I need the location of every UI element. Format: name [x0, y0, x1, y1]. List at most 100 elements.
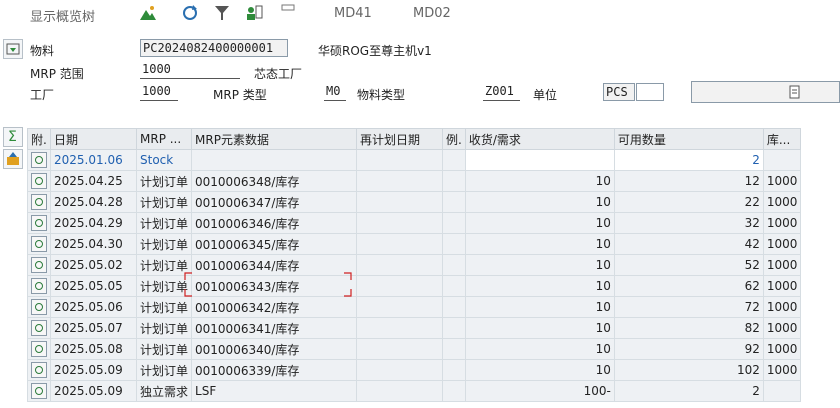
user-detail-icon[interactable] — [244, 3, 264, 23]
storage-location-cell[interactable]: 1000 — [762, 296, 802, 318]
available-qty-cell[interactable]: 42 — [613, 233, 764, 255]
unit-extra-field[interactable] — [636, 83, 664, 101]
reschedule-date-cell[interactable] — [356, 317, 444, 339]
row-detail-icon[interactable] — [27, 275, 51, 297]
date-cell[interactable]: 2025.05.08 — [50, 338, 137, 360]
magnifier-icon[interactable] — [31, 215, 47, 231]
table-row[interactable]: 2025.05.08 计划订单 0010006340/库存 10 92 1000 — [27, 338, 802, 360]
date-cell[interactable]: 2025.05.05 — [50, 275, 137, 297]
available-qty-cell[interactable]: 102 — [613, 359, 764, 381]
storage-location-cell[interactable]: 1000 — [762, 275, 802, 297]
storage-location-cell[interactable]: 1000 — [762, 212, 802, 234]
mrp-element-data-cell[interactable]: 0010006340/库存 — [191, 338, 358, 360]
row-detail-icon[interactable] — [27, 296, 51, 318]
reschedule-date-cell[interactable] — [356, 170, 444, 192]
storage-location-cell[interactable]: 1000 — [762, 317, 802, 339]
date-cell[interactable]: 2025.05.07 — [50, 317, 137, 339]
receipt-requirement-cell[interactable]: 10 — [464, 359, 615, 381]
col-attachment[interactable]: 附. — [27, 128, 51, 150]
mrp-area-field[interactable]: 1000 — [140, 61, 240, 79]
exception-cell[interactable] — [442, 338, 466, 360]
magnifier-icon[interactable] — [31, 383, 47, 399]
receipt-requirement-cell[interactable]: 10 — [464, 212, 615, 234]
col-mrp-element[interactable]: MRP ... — [135, 128, 193, 150]
storage-location-cell[interactable]: 1000 — [762, 233, 802, 255]
mrp-element-cell[interactable]: 计划订单 — [135, 317, 193, 339]
mrp-element-data-cell[interactable]: 0010006342/库存 — [191, 296, 358, 318]
table-row[interactable]: 2025.04.25 计划订单 0010006348/库存 10 12 1000 — [27, 170, 802, 192]
magnifier-icon[interactable] — [31, 341, 47, 357]
magnifier-icon[interactable] — [31, 236, 47, 252]
table-row[interactable]: 2025.05.09 独立需求 LSF 100- 2 — [27, 380, 802, 402]
storage-location-cell[interactable]: 1000 — [762, 359, 802, 381]
date-cell[interactable]: 2025.04.30 — [50, 233, 137, 255]
magnifier-icon[interactable] — [31, 194, 47, 210]
material-toggle-button[interactable] — [3, 39, 23, 59]
mrp-element-data-cell[interactable]: 0010006348/库存 — [191, 170, 358, 192]
available-qty-cell[interactable]: 32 — [613, 212, 764, 234]
mrp-element-cell[interactable]: 计划订单 — [135, 170, 193, 192]
table-row[interactable]: 2025.05.02 计划订单 0010006344/库存 10 52 1000 — [27, 254, 802, 276]
mrp-element-cell[interactable]: 计划订单 — [135, 191, 193, 213]
material-type-field[interactable]: Z001 — [483, 83, 520, 101]
exception-cell[interactable] — [442, 296, 466, 318]
date-cell[interactable]: 2025.05.09 — [50, 380, 137, 402]
table-row[interactable]: 2025.04.29 计划订单 0010006346/库存 10 32 1000 — [27, 212, 802, 234]
row-detail-icon[interactable] — [27, 359, 51, 381]
reschedule-date-cell[interactable] — [356, 254, 444, 276]
date-cell[interactable]: 2025.04.25 — [50, 170, 137, 192]
receipt-requirement-cell[interactable]: 10 — [464, 275, 615, 297]
row-detail-icon[interactable] — [27, 338, 51, 360]
table-row[interactable]: 2025.05.05 计划订单 0010006343/库存 10 62 1000 — [27, 275, 802, 297]
reschedule-date-cell[interactable] — [356, 359, 444, 381]
receipt-requirement-cell[interactable]: 10 — [464, 296, 615, 318]
exception-cell[interactable] — [442, 275, 466, 297]
unit-field[interactable]: PCS — [603, 83, 635, 101]
exception-cell[interactable] — [442, 380, 466, 402]
available-qty-cell[interactable]: 52 — [613, 254, 764, 276]
receipt-requirement-cell[interactable]: 10 — [464, 233, 615, 255]
document-icon[interactable] — [278, 3, 298, 23]
reschedule-date-cell[interactable] — [356, 338, 444, 360]
col-reschedule-date[interactable]: 再计划日期 — [356, 128, 444, 150]
mrp-element-cell[interactable]: 计划订单 — [135, 296, 193, 318]
row-detail-icon[interactable] — [27, 191, 51, 213]
overview-tree-button[interactable]: 显示概览树 — [30, 6, 95, 25]
reschedule-date-cell[interactable] — [356, 233, 444, 255]
receipt-requirement-cell[interactable]: 10 — [464, 317, 615, 339]
storage-location-cell[interactable]: 1000 — [762, 254, 802, 276]
row-detail-icon[interactable] — [27, 317, 51, 339]
date-cell[interactable]: 2025.05.06 — [50, 296, 137, 318]
storage-location-cell[interactable]: 1000 — [762, 170, 802, 192]
receipt-requirement-cell[interactable]: 100- — [464, 380, 615, 402]
mrp-element-cell[interactable]: 独立需求 — [135, 380, 193, 402]
magnifier-icon[interactable] — [31, 362, 47, 378]
mrp-element-cell[interactable]: 计划订单 — [135, 212, 193, 234]
magnifier-icon[interactable] — [31, 173, 47, 189]
col-receipt-requirement[interactable]: 收货/需求 — [464, 128, 615, 150]
mrp-element-data-cell[interactable]: 0010006345/库存 — [191, 233, 358, 255]
reschedule-date-cell[interactable] — [356, 149, 444, 171]
md02-button[interactable]: MD02 — [413, 6, 451, 21]
mrp-element-cell[interactable]: 计划订单 — [135, 338, 193, 360]
storage-location-cell[interactable] — [762, 380, 802, 402]
exception-cell[interactable] — [442, 170, 466, 192]
md41-button[interactable]: MD41 — [334, 6, 372, 21]
table-row[interactable]: 2025.05.09 计划订单 0010006339/库存 10 102 1000 — [27, 359, 802, 381]
magnifier-icon[interactable] — [31, 320, 47, 336]
available-qty-cell[interactable]: 62 — [613, 275, 764, 297]
reschedule-date-cell[interactable] — [356, 296, 444, 318]
material-field[interactable]: PC2024082400000001 — [140, 39, 288, 57]
storage-location-cell[interactable] — [762, 149, 802, 171]
table-row[interactable]: 2025.05.07 计划订单 0010006341/库存 10 82 1000 — [27, 317, 802, 339]
table-row[interactable]: 2025.04.28 计划订单 0010006347/库存 10 22 1000 — [27, 191, 802, 213]
col-exception[interactable]: 例. — [442, 128, 466, 150]
available-qty-cell[interactable]: 2 — [613, 380, 764, 402]
mrp-element-data-cell[interactable]: 0010006339/库存 — [191, 359, 358, 381]
date-cell[interactable]: 2025.04.29 — [50, 212, 137, 234]
reschedule-date-cell[interactable] — [356, 212, 444, 234]
mrp-element-cell[interactable]: 计划订单 — [135, 359, 193, 381]
exception-cell[interactable] — [442, 149, 466, 171]
receipt-requirement-cell[interactable]: 10 — [464, 170, 615, 192]
mountain-icon[interactable] — [138, 3, 158, 23]
